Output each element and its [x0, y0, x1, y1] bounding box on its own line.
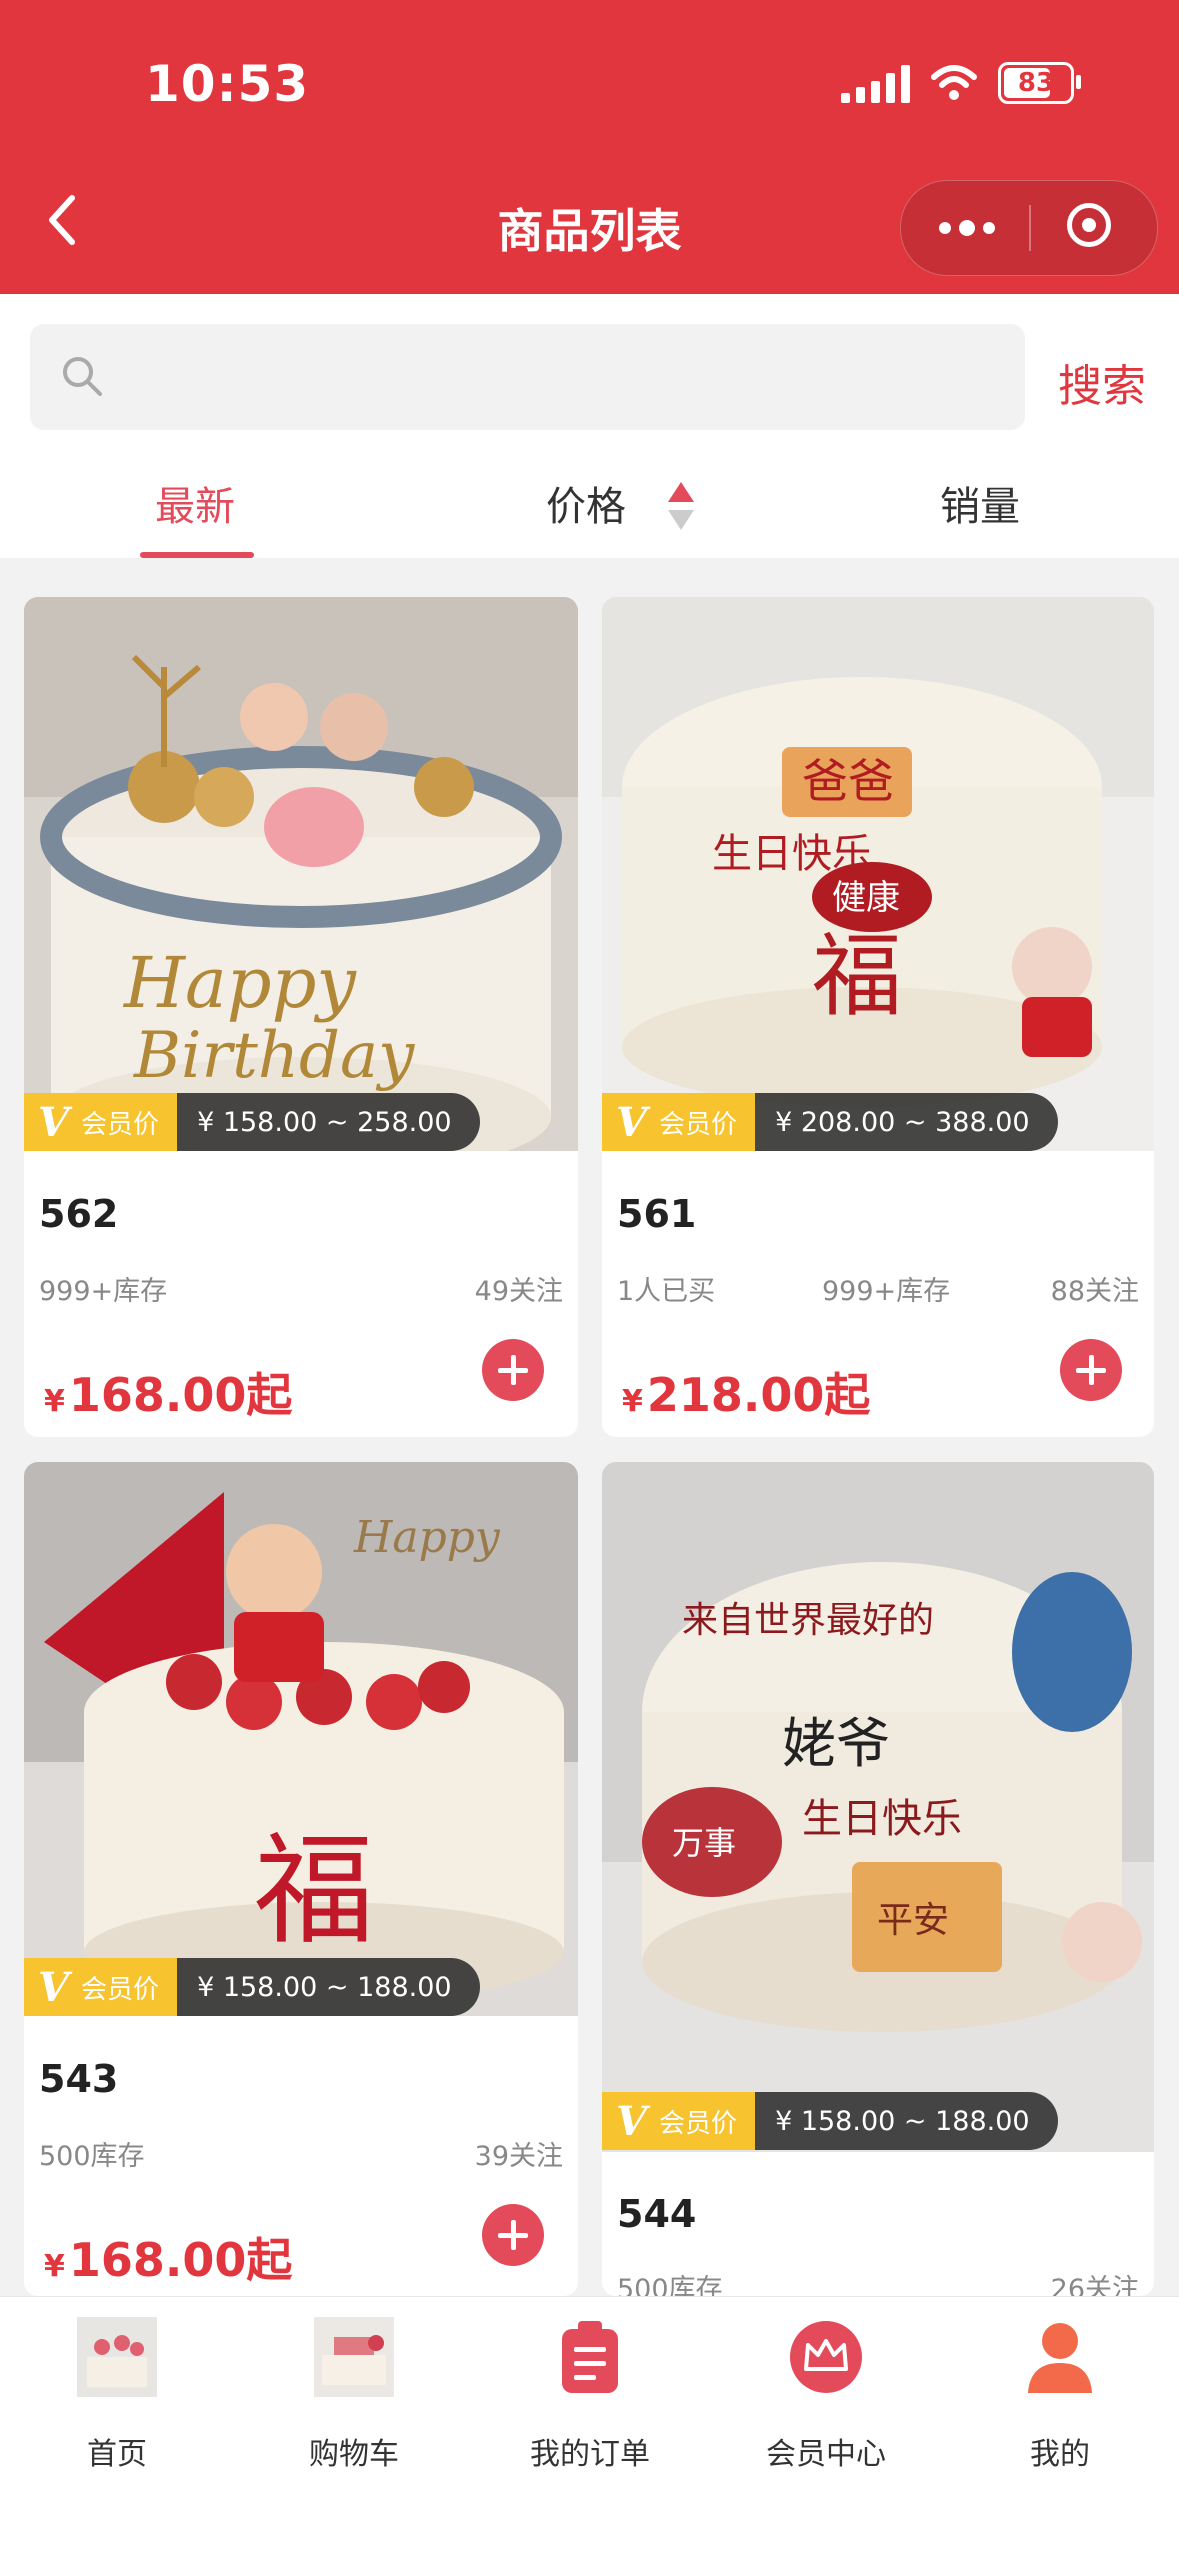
svg-text:Happy: Happy	[353, 1512, 501, 1563]
stock-count: 500库存	[617, 2274, 723, 2296]
product-price: ¥168.00起	[44, 2233, 293, 2287]
follow-count: 88关注	[1050, 1276, 1139, 1307]
svg-text:福: 福	[254, 1822, 374, 1961]
nav-home[interactable]: 首页	[17, 2317, 217, 2473]
tab-active-indicator	[140, 552, 254, 558]
sort-tabs: 最新 价格 销量	[0, 434, 1179, 558]
svg-text:福: 福	[812, 924, 902, 1029]
vip-badge: V 会员价	[602, 1093, 756, 1151]
clipboard-icon	[562, 2321, 618, 2393]
add-to-cart-button[interactable]	[1060, 1339, 1122, 1401]
vip-v-icon: V	[38, 1963, 70, 2011]
svg-text:生日快乐: 生日快乐	[802, 1796, 962, 1842]
follow-count: 39关注	[474, 2141, 563, 2172]
stock-count: 999+库存	[39, 1276, 168, 1307]
product-card[interactable]: Happy Birthday V 会员价 ¥ 158.00 ~ 258.00 56…	[24, 597, 578, 1437]
nav-cart[interactable]: 购物车	[254, 2317, 454, 2473]
add-to-cart-button[interactable]	[482, 2204, 544, 2266]
signal-icon	[841, 63, 910, 103]
battery-level: 83	[1017, 68, 1055, 98]
tab-sales[interactable]: 销量	[940, 474, 1020, 532]
svg-text:健康: 健康	[832, 878, 900, 918]
follow-count: 26关注	[1050, 2274, 1139, 2296]
svg-text:Birthday: Birthday	[133, 1019, 415, 1093]
tab-price[interactable]: 价格	[546, 474, 626, 532]
sort-arrows-icon[interactable]	[666, 478, 696, 534]
nav-home-label: 首页	[87, 2437, 147, 2472]
product-image[interactable]: 福 Happy	[24, 1462, 578, 2016]
vip-price: ¥ 158.00 ~ 188.00	[755, 2092, 1058, 2150]
vip-price-bar: V 会员价 ¥ 158.00 ~ 188.00	[24, 1958, 480, 2016]
product-card[interactable]: 来自世界最好的 姥爷 生日快乐 万事 平安 V 会员价 ¥ 158.00 ~ 18…	[602, 1462, 1154, 2296]
svg-text:万事: 万事	[672, 1824, 736, 1862]
crown-icon	[790, 2321, 862, 2393]
vip-price: ¥ 208.00 ~ 388.00	[755, 1093, 1058, 1151]
stock-count: 500库存	[39, 2141, 145, 2172]
nav-member[interactable]: 会员中心	[726, 2317, 926, 2473]
nav-mine-label: 我的	[1030, 2437, 1090, 2472]
search-bar: 搜索	[0, 294, 1179, 434]
svg-text:Happy: Happy	[122, 942, 357, 1024]
follow-count: 49关注	[474, 1276, 563, 1307]
wifi-icon	[931, 65, 977, 100]
nav-orders[interactable]: 我的订单	[490, 2317, 690, 2473]
vip-v-icon: V	[38, 1098, 70, 1146]
sold-count: 1人已买	[617, 1276, 716, 1307]
vip-price-bar: V 会员价 ¥ 158.00 ~ 258.00	[24, 1093, 480, 1151]
bottom-tab-bar: 首页 购物车 我的订单 会员中心 我的	[0, 2296, 1179, 2557]
vip-price: ¥ 158.00 ~ 188.00	[177, 1958, 480, 2016]
svg-text:来自世界最好的: 来自世界最好的	[682, 1600, 934, 1641]
user-icon	[1028, 2323, 1092, 2393]
vip-v-icon: V	[616, 2097, 648, 2145]
product-name: 543	[39, 2057, 119, 2101]
vip-badge: V 会员价	[24, 1958, 178, 2016]
search-input[interactable]	[30, 324, 1025, 430]
top-header: 10:53 83 商品列表	[0, 0, 1179, 294]
vip-price: ¥ 158.00 ~ 258.00	[177, 1093, 480, 1151]
product-card[interactable]: 福 Happy V 会员价 ¥ 158.00 ~ 188.00 543 500库存…	[24, 1462, 578, 2296]
nav-member-label: 会员中心	[766, 2437, 886, 2472]
search-icon	[63, 357, 102, 396]
status-icons: 83	[841, 62, 1081, 104]
product-image[interactable]: 爸爸 生日快乐 健康 福	[602, 597, 1154, 1151]
close-miniprogram-icon[interactable]	[1067, 203, 1111, 247]
product-card[interactable]: 爸爸 生日快乐 健康 福 V 会员价 ¥ 208.00 ~ 388.00 561 …	[602, 597, 1154, 1437]
product-price: ¥168.00起	[44, 1368, 293, 1422]
svg-text:平安: 平安	[877, 1900, 949, 1941]
nav-orders-label: 我的订单	[530, 2437, 650, 2472]
product-name: 561	[617, 1192, 697, 1236]
vip-badge: V 会员价	[602, 2092, 756, 2150]
stock-count: 999+库存	[822, 1276, 951, 1307]
product-name: 562	[39, 1192, 119, 1236]
nav-cart-label: 购物车	[309, 2437, 399, 2472]
home-cake-icon	[77, 2317, 157, 2397]
status-time: 10:53	[145, 55, 310, 113]
search-button[interactable]: 搜索	[1058, 350, 1146, 414]
nav-mine[interactable]: 我的	[960, 2317, 1160, 2473]
vip-v-icon: V	[616, 1098, 648, 1146]
tab-newest[interactable]: 最新	[155, 474, 235, 532]
vip-badge: V 会员价	[24, 1093, 178, 1151]
more-icon[interactable]	[937, 181, 997, 275]
product-name: 544	[617, 2192, 697, 2236]
battery-icon: 83	[998, 62, 1081, 104]
product-image[interactable]: Happy Birthday	[24, 597, 578, 1151]
svg-text:姥爷: 姥爷	[782, 1712, 890, 1775]
product-price: ¥218.00起	[622, 1368, 871, 1422]
svg-text:爸爸: 爸爸	[802, 754, 894, 808]
product-image[interactable]: 来自世界最好的 姥爷 生日快乐 万事 平安	[602, 1462, 1154, 2152]
add-to-cart-button[interactable]	[482, 1339, 544, 1401]
mini-program-capsule	[900, 180, 1158, 276]
cart-cake-icon	[314, 2317, 394, 2397]
vip-price-bar: V 会员价 ¥ 208.00 ~ 388.00	[602, 1093, 1058, 1151]
vip-price-bar: V 会员价 ¥ 158.00 ~ 188.00	[602, 2092, 1058, 2150]
